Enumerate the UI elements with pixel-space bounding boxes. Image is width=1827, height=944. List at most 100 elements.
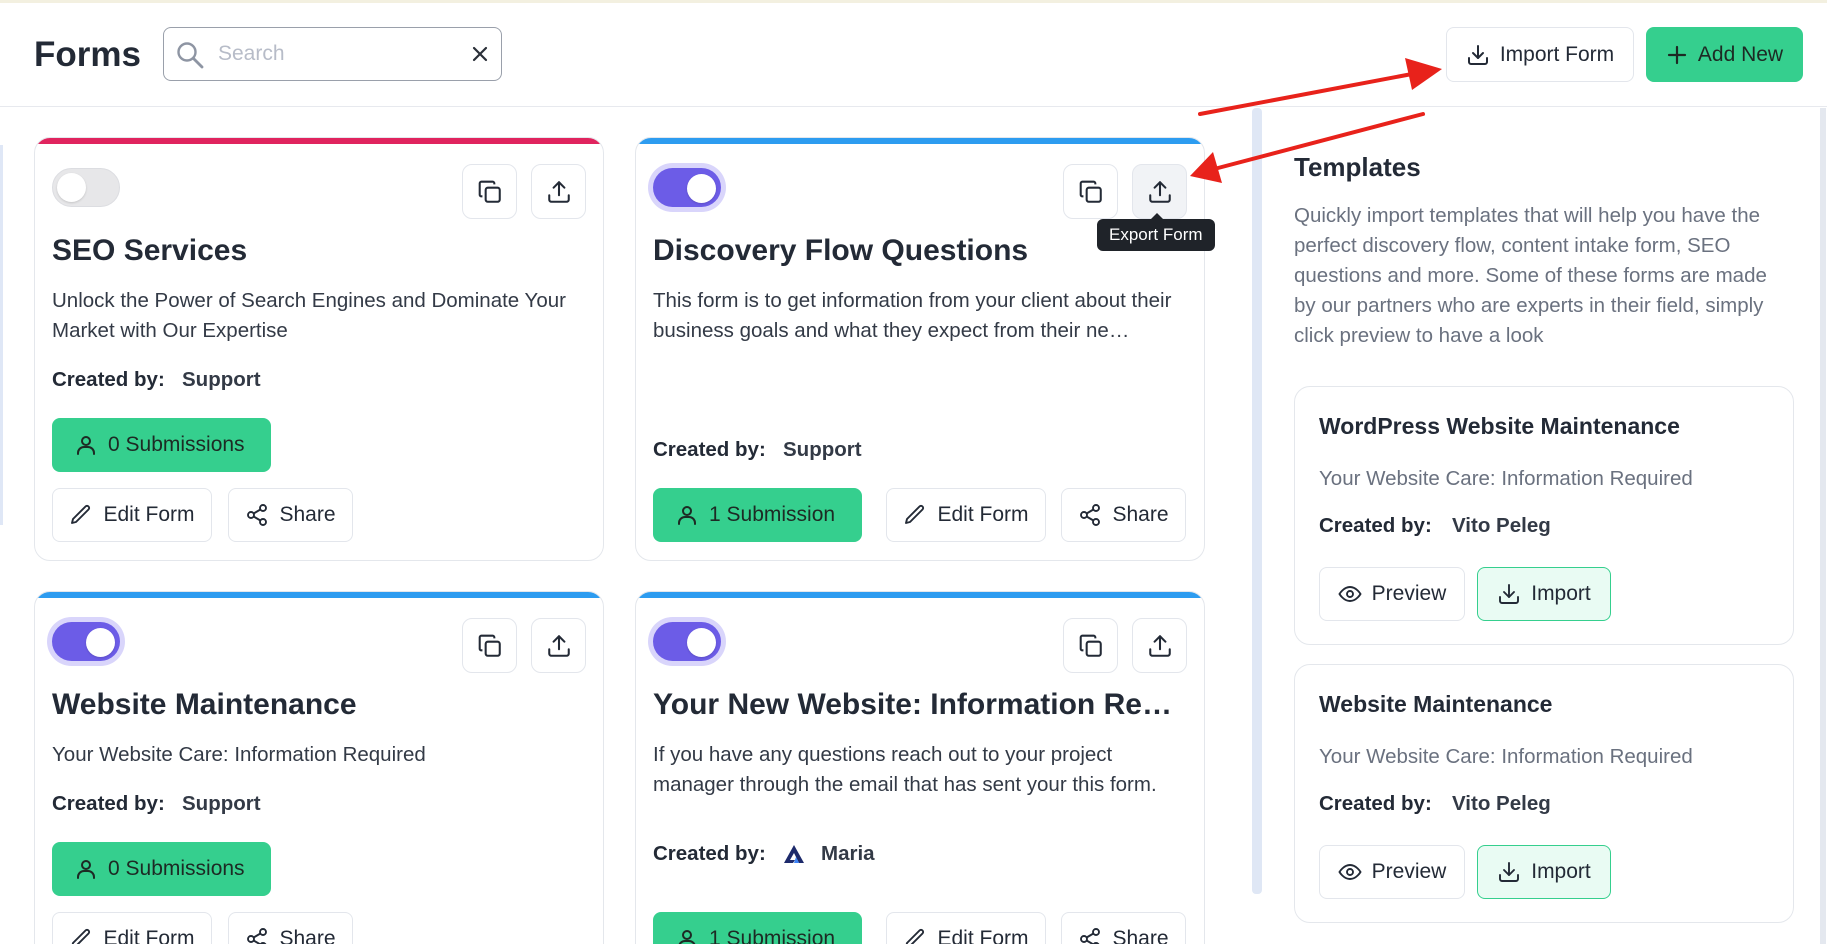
add-new-label: Add New	[1697, 42, 1784, 66]
form-title[interactable]: Website Maintenance	[52, 688, 582, 722]
export-button[interactable]	[531, 164, 586, 219]
created-by-label: Created by:	[52, 368, 165, 391]
form-enable-toggle[interactable]	[52, 168, 120, 207]
card-accent-bar	[636, 592, 1204, 598]
duplicate-button[interactable]	[1063, 164, 1118, 219]
share-icon	[1080, 928, 1101, 944]
user-icon	[77, 860, 95, 879]
template-name: WordPress Website Maintenance	[1319, 413, 1680, 439]
template-created-by: Created by: Vito Peleg	[1319, 792, 1551, 816]
submissions-label: 1 Submission	[709, 503, 836, 526]
share-icon	[247, 504, 268, 526]
eye-icon	[1338, 864, 1362, 880]
edit-form-button[interactable]: Edit Form	[52, 912, 212, 944]
copy-icon	[1079, 634, 1102, 657]
share-label: Share	[279, 927, 336, 944]
created-by-label: Created by:	[1319, 792, 1432, 815]
import-template-button[interactable]: Import	[1477, 567, 1611, 621]
left-edge	[0, 145, 3, 525]
pencil-icon	[72, 929, 91, 944]
templates-title: Templates	[1294, 152, 1421, 182]
form-enable-toggle[interactable]	[653, 168, 721, 207]
share-label: Share	[1112, 927, 1169, 944]
plus-icon	[1667, 45, 1686, 64]
add-new-button[interactable]: Add New	[1646, 27, 1803, 82]
share-label: Share	[1112, 503, 1169, 526]
created-by-name: Support	[182, 368, 261, 391]
export-button[interactable]	[1132, 164, 1187, 219]
pencil-icon	[71, 505, 91, 524]
edit-form-button[interactable]: Edit Form	[886, 912, 1046, 944]
created-by-name: Support	[182, 792, 261, 815]
form-title[interactable]: SEO Services	[52, 234, 582, 268]
export-form-tooltip: Export Form	[1097, 213, 1215, 251]
duplicate-button[interactable]	[462, 618, 517, 673]
card-accent-bar	[35, 138, 603, 144]
import-label: Import	[1531, 860, 1591, 883]
submissions-button[interactable]: 1 Submission	[653, 912, 862, 944]
form-enable-toggle[interactable]	[52, 622, 120, 661]
edit-form-button[interactable]: Edit Form	[886, 488, 1046, 542]
search-input[interactable]	[218, 38, 458, 70]
submissions-label: 1 Submission	[709, 927, 836, 944]
user-icon	[77, 436, 95, 455]
export-button[interactable]	[1132, 618, 1187, 673]
download-icon	[1499, 584, 1520, 604]
page-title: Forms	[34, 35, 141, 74]
created-by: Created by: Support	[52, 792, 261, 816]
created-by-name: Vito Peleg	[1452, 792, 1551, 815]
edit-form-button[interactable]: Edit Form	[52, 488, 212, 542]
submissions-button[interactable]: 1 Submission	[653, 488, 862, 542]
created-by-label: Created by:	[1319, 514, 1432, 537]
import-label: Import	[1531, 582, 1591, 605]
export-button[interactable]	[531, 618, 586, 673]
eye-icon	[1338, 586, 1362, 602]
forms-scrollbar[interactable]	[1252, 108, 1262, 894]
template-created-by: Created by: Vito Peleg	[1319, 514, 1551, 538]
form-enable-toggle[interactable]	[653, 622, 721, 661]
upload-icon	[547, 180, 570, 203]
upload-icon	[547, 634, 570, 657]
form-description: Unlock the Power of Search Engines and D…	[52, 289, 566, 342]
import-template-button[interactable]: Import	[1477, 845, 1611, 899]
submissions-button[interactable]: 0 Submissions	[52, 842, 271, 896]
edit-form-label: Edit Form	[937, 503, 1029, 526]
upload-icon	[1148, 634, 1171, 657]
preview-button[interactable]: Preview	[1319, 845, 1465, 899]
user-icon	[678, 506, 696, 525]
created-by: Created by: Support	[52, 368, 261, 392]
form-description: Your Website Care: Information Required	[52, 743, 426, 766]
search-icon	[177, 42, 204, 69]
created-by: Created by: Support	[653, 438, 862, 462]
header: Forms Import Form Add New	[0, 3, 1827, 107]
import-form-button[interactable]: Import Form	[1446, 27, 1634, 82]
edit-form-label: Edit Form	[937, 927, 1029, 944]
created-by-name: Support	[783, 438, 862, 461]
share-button[interactable]: Share	[228, 912, 353, 944]
duplicate-button[interactable]	[1063, 618, 1118, 673]
share-label: Share	[279, 503, 336, 526]
pencil-icon	[905, 505, 925, 524]
share-button[interactable]: Share	[228, 488, 353, 542]
submissions-button[interactable]: 0 Submissions	[52, 418, 271, 472]
forms-page: Forms Import Form Add New	[0, 0, 1827, 944]
templates-description: Quickly import templates that will help …	[1294, 204, 1767, 347]
share-button[interactable]: Share	[1061, 488, 1186, 542]
preview-button[interactable]: Preview	[1319, 567, 1465, 621]
search-box[interactable]	[163, 27, 502, 81]
template-card: WordPress Website Maintenance Your Websi…	[1294, 386, 1794, 645]
tooltip-text: Export Form	[1109, 225, 1203, 244]
edit-form-label: Edit Form	[103, 927, 195, 944]
template-name: Website Maintenance	[1319, 691, 1553, 717]
form-card: Website Maintenance Your Website Care: I…	[34, 591, 604, 944]
user-icon	[678, 930, 696, 944]
clear-search-icon[interactable]	[469, 43, 491, 65]
share-button[interactable]: Share	[1061, 912, 1186, 944]
form-title[interactable]: Your New Website: Information Requi…	[653, 688, 1183, 722]
page-scrollbar[interactable]	[1820, 108, 1826, 944]
pencil-icon	[906, 929, 925, 944]
duplicate-button[interactable]	[462, 164, 517, 219]
author-logo-icon	[784, 845, 804, 863]
created-by-label: Created by:	[653, 842, 766, 865]
download-icon	[1499, 862, 1520, 882]
